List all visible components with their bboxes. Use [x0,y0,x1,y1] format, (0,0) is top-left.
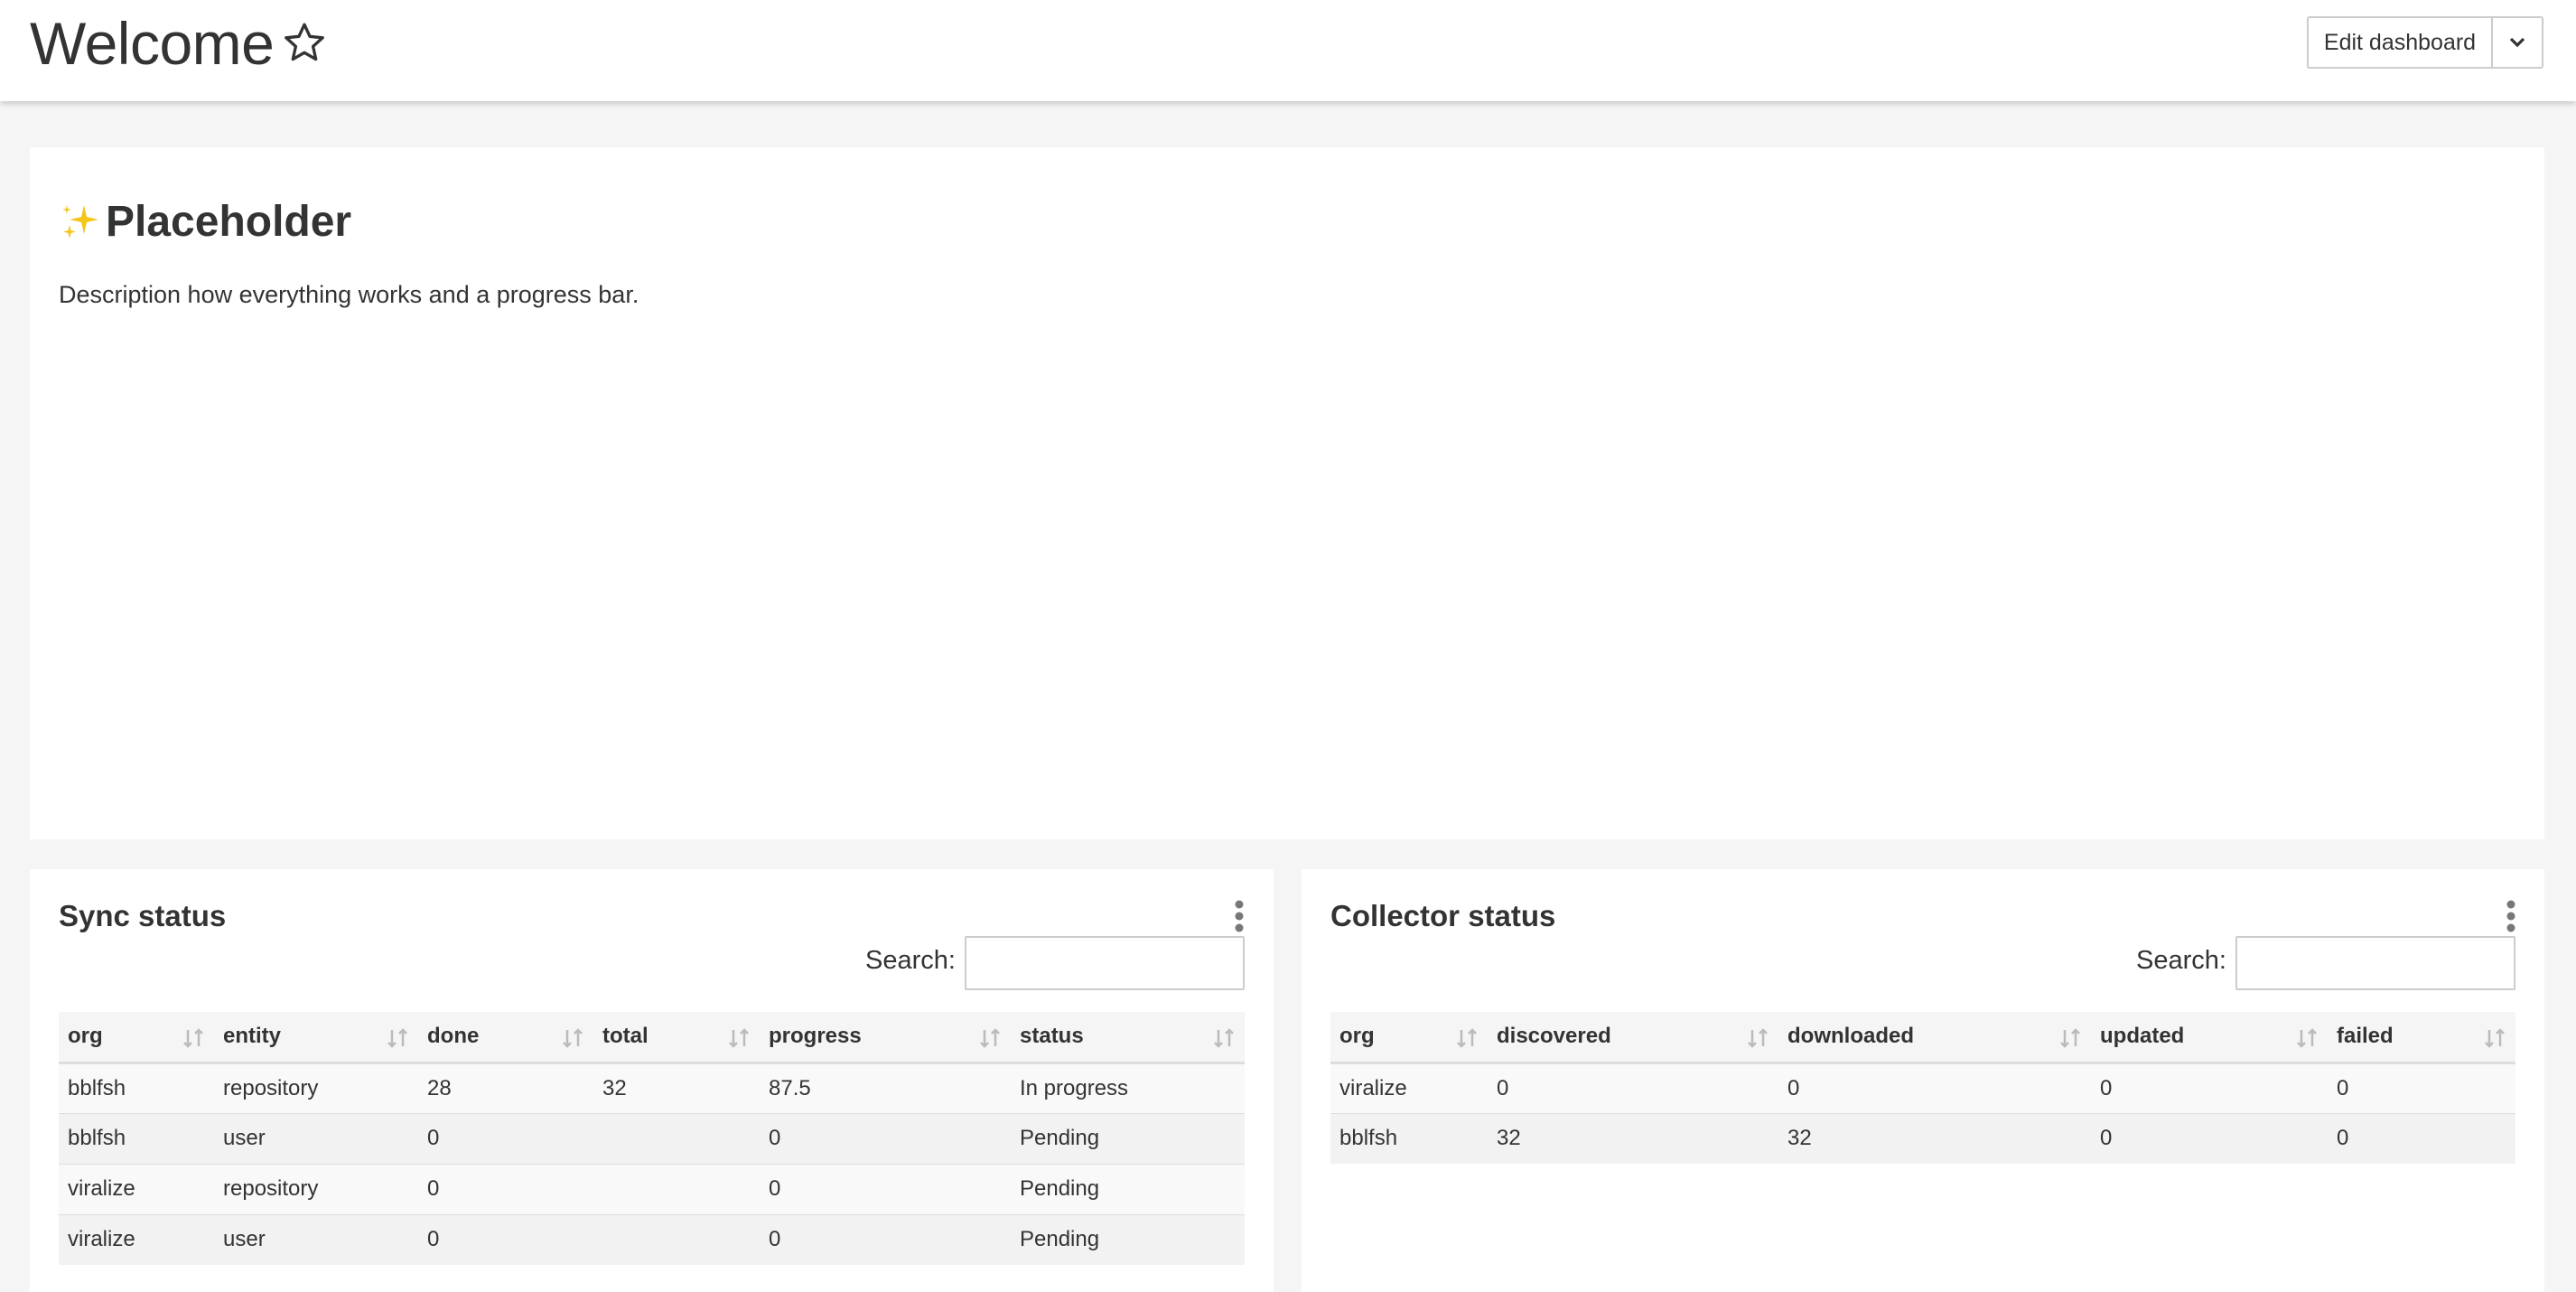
table-row: bblfsh 32 32 0 0 [1330,1113,2515,1164]
sort-icon [2485,1028,2505,1048]
table-cell: user [214,1214,418,1265]
table-cell: 28 [418,1063,593,1114]
table-cell [593,1214,760,1265]
table-row: bblfsh repository 28 32 87.5 In progress [59,1063,1245,1114]
sparkles-icon [62,204,98,239]
collector-status-panel: Collector status Search: org discovered … [1302,869,2544,1292]
table-cell: 0 [1778,1063,2091,1114]
sync-search-label: Search: [865,946,956,975]
table-cell: 0 [2328,1113,2515,1164]
sync-status-table: org entity done total progress status bb… [59,1012,1245,1265]
more-options-icon[interactable] [2506,900,2516,932]
table-cell: 0 [2091,1063,2328,1114]
table-cell: Pending [1011,1164,1245,1215]
chevron-down-icon [2509,37,2525,48]
placeholder-panel: Placeholder Description how everything w… [30,147,2544,839]
sort-icon [980,1028,1000,1048]
table-cell: 32 [1488,1113,1778,1164]
column-header[interactable]: org [1330,1012,1488,1064]
table-cell: 32 [593,1063,760,1114]
placeholder-title-text: Placeholder [106,198,352,246]
table-cell: viralize [1330,1063,1488,1114]
table-header-row: org entity done total progress status [59,1012,1245,1064]
table-cell: 0 [760,1164,1011,1215]
table-row: viralize repository 0 0 Pending [59,1164,1245,1215]
sync-status-panel: Sync status Search: org entity done tota… [30,869,1274,1292]
column-header[interactable]: total [593,1012,760,1064]
column-header[interactable]: downloaded [1778,1012,2091,1064]
placeholder-title: Placeholder [59,197,351,247]
table-cell: In progress [1011,1063,1245,1114]
star-icon[interactable] [282,20,327,65]
column-header[interactable]: done [418,1012,593,1064]
collector-search-input[interactable] [2235,936,2515,990]
table-cell: 0 [760,1214,1011,1265]
table-cell: 0 [418,1113,593,1165]
table-cell: 87.5 [760,1063,1011,1114]
table-cell: 0 [2328,1063,2515,1114]
table-cell: viralize [59,1164,214,1215]
table-cell: Pending [1011,1113,1245,1165]
column-header[interactable]: entity [214,1012,418,1064]
table-cell: user [214,1113,418,1165]
table-cell [593,1113,760,1165]
column-header[interactable]: status [1011,1012,1245,1064]
table-cell [593,1164,760,1215]
edit-dashboard-group: Edit dashboard [2307,16,2543,69]
table-row: bblfsh user 0 0 Pending [59,1113,1245,1165]
sort-icon [1214,1028,1234,1048]
dashboard-options-button[interactable] [2491,16,2543,69]
table-cell: bblfsh [59,1113,214,1165]
column-header[interactable]: org [59,1012,214,1064]
table-cell: repository [214,1063,418,1114]
column-header[interactable]: updated [2091,1012,2328,1064]
table-cell: 0 [1488,1063,1778,1114]
collector-search-label: Search: [2136,946,2226,975]
sync-status-title: Sync status [59,899,227,932]
table-cell: viralize [59,1214,214,1265]
sort-icon [1748,1028,1768,1048]
dashboard-header: Welcome Edit dashboard [0,0,2576,101]
table-row: viralize 0 0 0 0 [1330,1063,2515,1114]
edit-dashboard-button[interactable]: Edit dashboard [2307,16,2491,69]
table-cell: 0 [418,1214,593,1265]
table-cell: Pending [1011,1214,1245,1265]
table-cell: 0 [418,1164,593,1215]
sort-icon [183,1028,203,1048]
page-title: Welcome [30,10,275,77]
table-cell: 32 [1778,1113,2091,1164]
sort-icon [729,1028,749,1048]
sort-icon [2060,1028,2080,1048]
sync-search-input[interactable] [965,936,1245,990]
sort-icon [563,1028,583,1048]
column-header[interactable]: progress [760,1012,1011,1064]
table-cell: bblfsh [1330,1113,1488,1164]
placeholder-description: Description how everything works and a p… [59,281,639,308]
table-cell: 0 [2091,1113,2328,1164]
table-cell: 0 [760,1113,1011,1165]
table-row: viralize user 0 0 Pending [59,1214,1245,1265]
sort-icon [2297,1028,2317,1048]
collector-status-title: Collector status [1330,899,1556,932]
table-cell: bblfsh [59,1063,214,1114]
column-header[interactable]: failed [2328,1012,2515,1064]
sort-icon [387,1028,407,1048]
collector-status-table: org discovered downloaded updated failed… [1330,1012,2515,1164]
sort-icon [1457,1028,1477,1048]
table-header-row: org discovered downloaded updated failed [1330,1012,2515,1064]
table-cell: repository [214,1164,418,1215]
column-header[interactable]: discovered [1488,1012,1778,1064]
more-options-icon[interactable] [1234,900,1245,932]
